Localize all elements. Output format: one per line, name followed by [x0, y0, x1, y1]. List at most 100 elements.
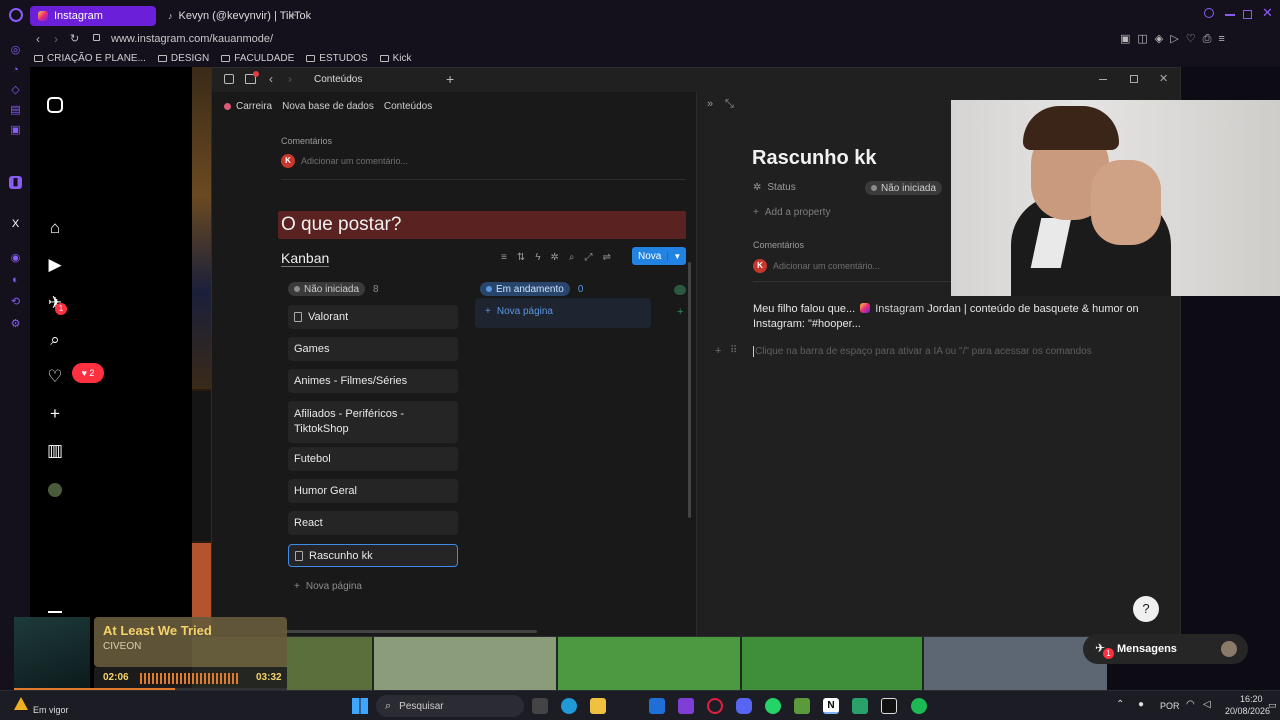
kanban-card[interactable]: React [288, 511, 458, 535]
spotify-icon[interactable] [911, 698, 927, 714]
bookmark-folder[interactable]: ESTUDOS [306, 53, 368, 64]
feed-thumbnail[interactable] [742, 637, 922, 690]
column-header-in-progress[interactable]: Em andamento 0 [480, 282, 583, 296]
breadcrumb-item[interactable]: Nova base de dados [282, 101, 374, 112]
notion-logo-icon[interactable] [224, 74, 234, 84]
bookmark-folder[interactable]: DESIGN [157, 53, 209, 64]
settings-icon[interactable]: ⇌ [603, 252, 611, 263]
column-header-done[interactable] [674, 285, 686, 295]
clock-time[interactable]: 16:20 [1240, 694, 1263, 704]
sort-icon[interactable]: ⇅ [517, 252, 525, 263]
twitch-icon[interactable]: ▮ [9, 176, 22, 189]
home-icon[interactable]: ⌂ [45, 218, 65, 238]
expand-icon[interactable]: ⤡ [725, 98, 734, 111]
dashboard-icon[interactable]: ▥ [45, 441, 65, 461]
minimize-icon[interactable] [1099, 79, 1107, 80]
minimize-icon[interactable] [1225, 14, 1235, 16]
filter-icon[interactable]: ≡ [501, 252, 507, 263]
kanban-card[interactable]: Humor Geral [288, 479, 458, 503]
page-title[interactable]: Rascunho kk [752, 147, 876, 170]
comment-input[interactable]: Adicionar um comentário... [773, 261, 880, 271]
notion-icon[interactable]: N [823, 698, 839, 714]
maximize-icon[interactable] [1243, 10, 1252, 19]
maximize-icon[interactable] [1130, 75, 1138, 83]
minecraft-icon[interactable] [794, 698, 810, 714]
profile-avatar[interactable] [48, 483, 62, 497]
add-block-icon[interactable]: + [715, 345, 721, 357]
close-icon[interactable]: ✕ [1159, 72, 1168, 85]
tab-tiktok[interactable]: ♪ Kevyn (@kevynvir) | TikTok [160, 6, 311, 26]
help-icon[interactable]: ? [1133, 596, 1159, 622]
kanban-card[interactable]: Animes - Filmes/Séries [288, 369, 458, 393]
capcut-icon[interactable] [881, 698, 897, 714]
weather-icon[interactable] [14, 697, 28, 710]
bookmark-folder[interactable]: CRIAÇÃO E PLANE... [34, 53, 146, 64]
chevron-up-icon[interactable]: ⌃ [1116, 699, 1124, 710]
waveform[interactable] [140, 673, 240, 684]
x-icon[interactable]: X [9, 218, 22, 231]
reels-icon[interactable]: ▶ [45, 255, 65, 275]
back-icon[interactable]: ‹ [269, 72, 273, 86]
kanban-card[interactable]: Valorant [288, 305, 458, 329]
bookmark-folder[interactable]: Kick [379, 53, 412, 64]
column-header-not-started[interactable]: Não iniciada 8 [288, 282, 379, 296]
messages-button[interactable]: ✈ 1 Mensagens [1083, 634, 1248, 664]
drag-handle-icon[interactable]: ⠿ [730, 345, 737, 356]
volume-icon[interactable]: ◁ [1203, 699, 1211, 710]
chevron-down-icon[interactable]: ▼ [667, 251, 686, 261]
edge-icon[interactable] [561, 698, 577, 714]
close-icon[interactable]: ✕ [1262, 5, 1273, 21]
breadcrumb-item[interactable]: Carreira [224, 101, 272, 112]
ai-icon[interactable]: ✲ [551, 252, 559, 263]
opera-icon[interactable] [707, 698, 723, 714]
whatsapp-icon[interactable] [765, 698, 781, 714]
app-icon[interactable] [678, 698, 694, 714]
add-page-button[interactable]: + Nova página [485, 306, 553, 317]
add-page-done-icon[interactable]: + [677, 306, 683, 318]
add-property-button[interactable]: + Add a property [753, 207, 830, 218]
new-button[interactable]: Nova ▼ [632, 247, 687, 265]
pinboard-icon[interactable]: ▤ [9, 104, 22, 117]
horizontal-scrollbar[interactable] [281, 630, 537, 633]
aria-icon[interactable]: ◎ [9, 44, 22, 57]
heart-icon[interactable]: ♡ [45, 367, 65, 387]
outlook-icon[interactable] [649, 698, 665, 714]
view-title[interactable]: Kanban [281, 250, 330, 267]
wallet-icon[interactable]: ◇ [9, 84, 22, 97]
likes-badge[interactable]: ♥ 2 [72, 363, 104, 383]
property-status[interactable]: ✲ Status [753, 182, 796, 193]
mail-icon[interactable]: ▣ [9, 124, 22, 137]
vertical-scrollbar[interactable] [688, 262, 691, 518]
feed-thumbnail[interactable] [374, 637, 556, 690]
start-icon[interactable] [352, 698, 368, 714]
history-icon[interactable]: ◔ [9, 64, 22, 77]
weather-label[interactable]: Em vigor [33, 705, 69, 715]
opera-logo-icon[interactable] [9, 8, 23, 22]
instagram-logo-icon[interactable] [47, 97, 63, 113]
kanban-card[interactable]: Afiliados - Periféricos - TiktokShop [288, 401, 458, 443]
task-view-icon[interactable] [532, 698, 548, 714]
feed-thumbnail[interactable] [558, 637, 740, 690]
wifi-icon[interactable]: ◠ [1186, 699, 1195, 710]
new-tab-button[interactable]: + [446, 71, 454, 87]
automation-icon[interactable]: ϟ [535, 252, 540, 263]
discover-icon[interactable]: ◐ [9, 274, 22, 287]
feed-thumbnail[interactable] [924, 637, 1107, 690]
bookmark-folder[interactable]: FACULDADE [221, 53, 294, 64]
breadcrumb-item[interactable]: Conteúdos [384, 101, 432, 112]
search-icon[interactable]: ⌕ [45, 330, 65, 350]
bookmark-block[interactable]: Meu filho falou que... Instagram Jordan … [753, 302, 1143, 332]
tab-instagram[interactable]: Instagram [30, 6, 156, 26]
block-input[interactable]: Clique na barra de espaço para ativar a … [753, 346, 1092, 357]
discord-icon[interactable] [736, 698, 752, 714]
back-icon[interactable]: ‹ [36, 32, 40, 46]
search-box[interactable]: ⌕ Pesquisar [376, 695, 524, 717]
collapse-icon[interactable]: » [707, 98, 713, 110]
link-source[interactable]: Instagram [875, 303, 924, 315]
kanban-card[interactable]: Futebol [288, 447, 458, 471]
url-input[interactable]: www.instagram.com/kauanmode/ [111, 33, 273, 45]
more-icon[interactable] [48, 611, 62, 613]
music-icon[interactable]: ◉ [9, 252, 22, 265]
kanban-card[interactable]: Games [288, 337, 458, 361]
share-icon[interactable]: ⟲ [9, 296, 22, 309]
